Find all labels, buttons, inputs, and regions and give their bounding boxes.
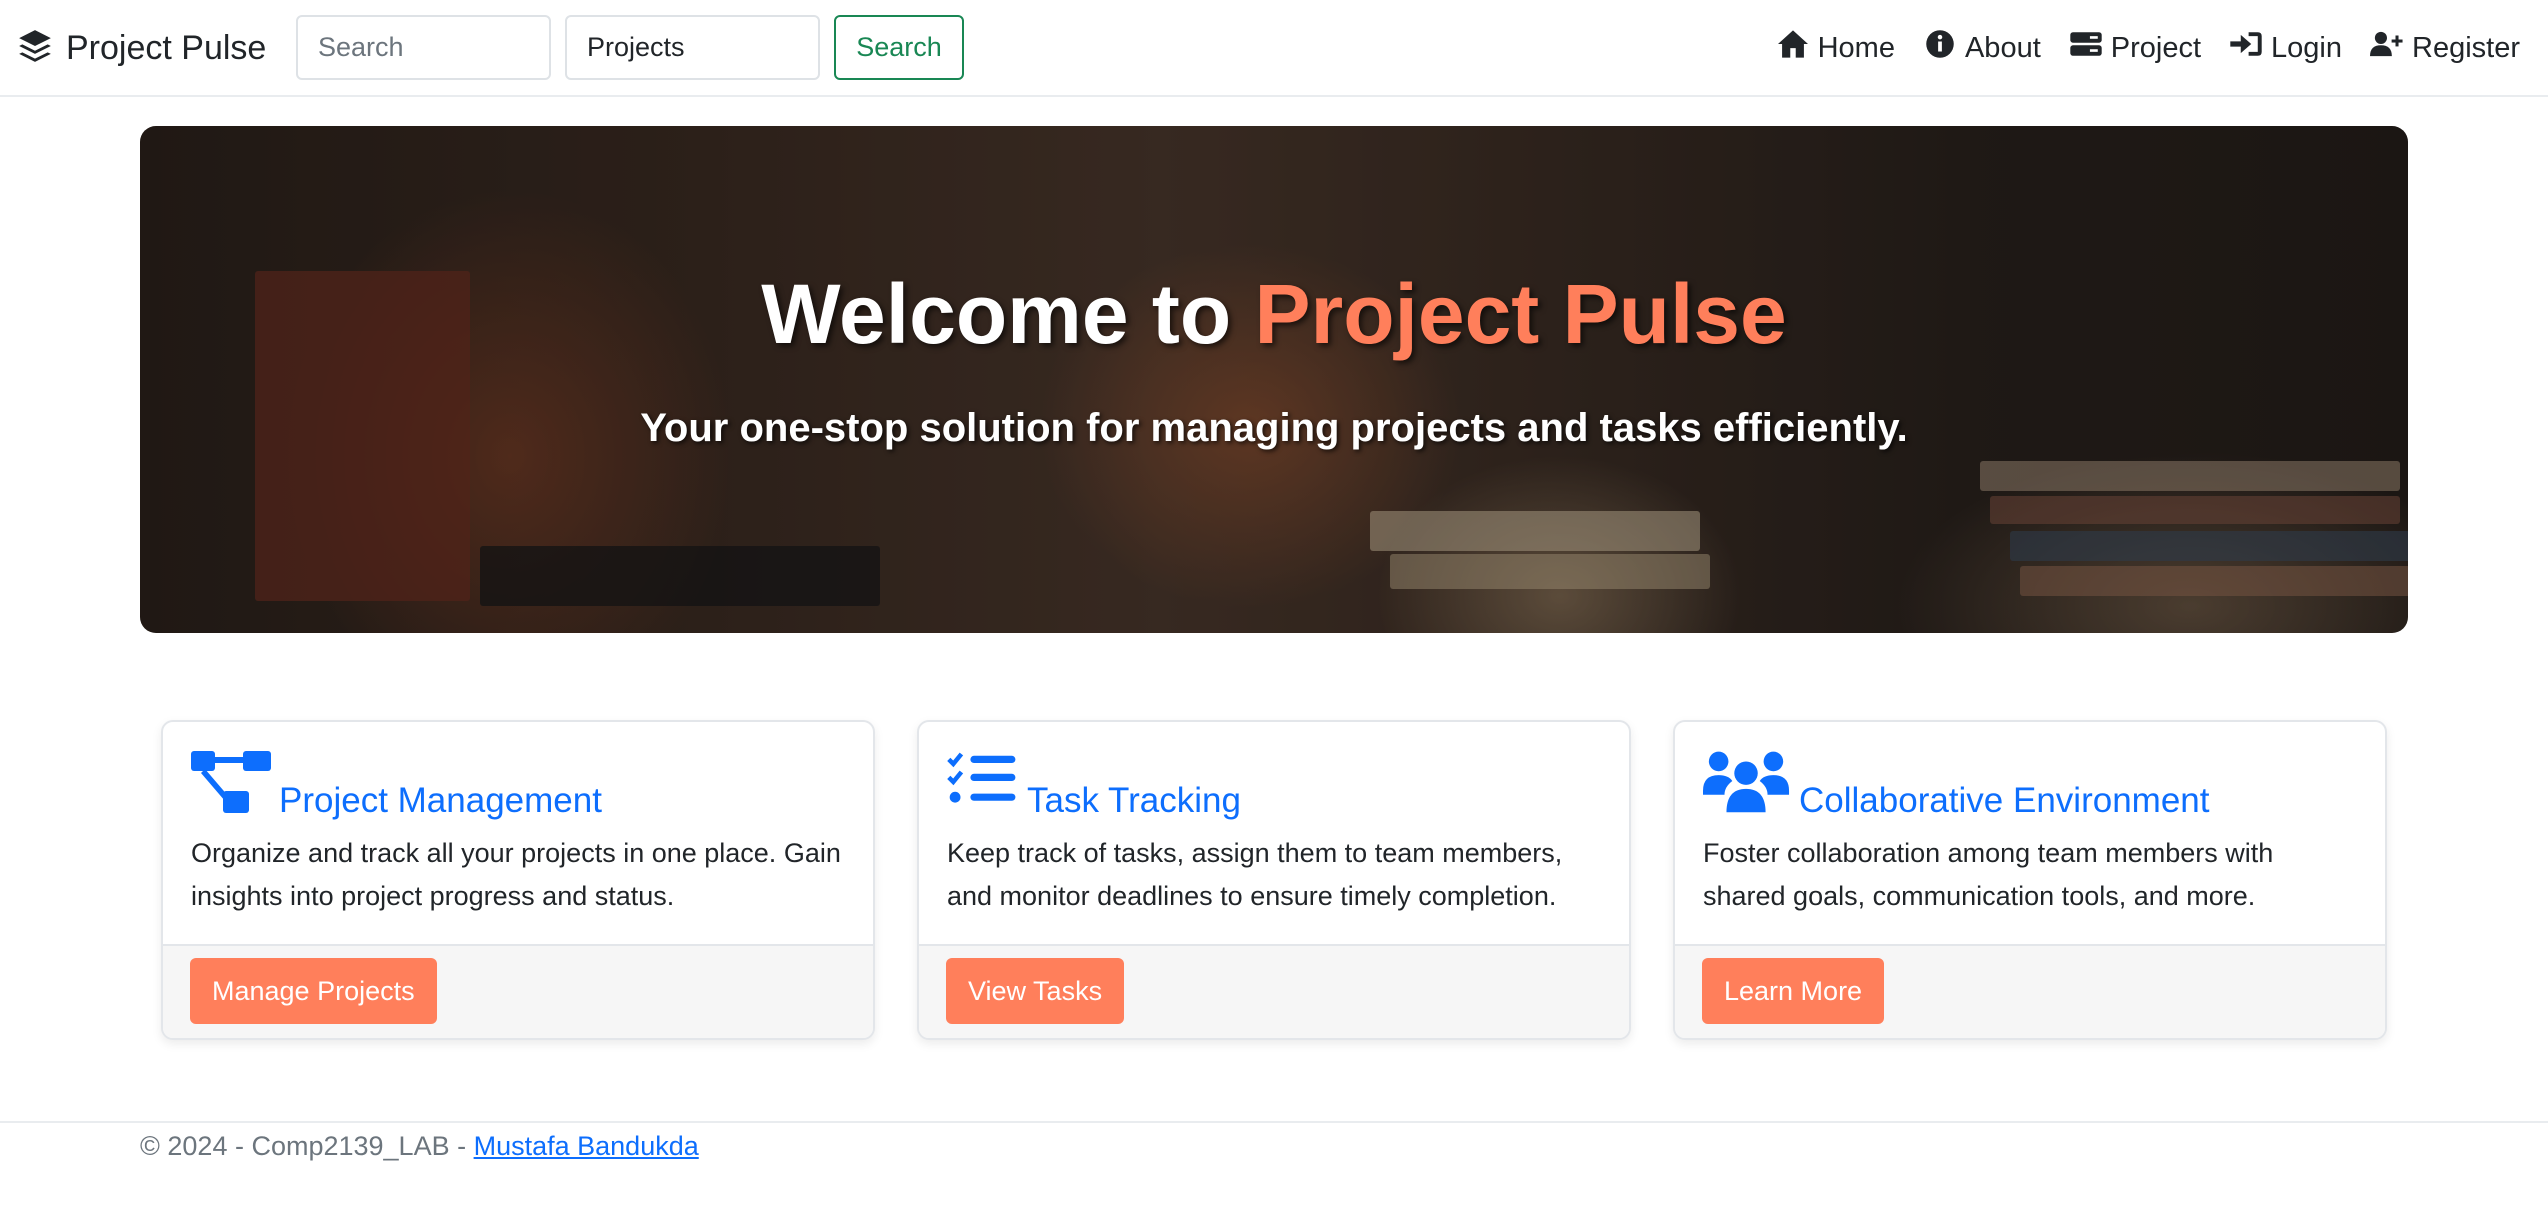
card-body: Task Tracking Keep track of tasks, assig… xyxy=(919,722,1629,946)
nav-register-label: Register xyxy=(2412,31,2520,64)
nav-links: Home About Project Login Register xyxy=(1776,24,2520,72)
user-plus-icon xyxy=(2370,29,2404,67)
navbar: Project Pulse Search Home About Project … xyxy=(0,0,2548,97)
page-footer: © 2024 - Comp2139_LAB - Mustafa Bandukda xyxy=(0,1121,2548,1183)
card-footer: Manage Projects xyxy=(163,944,873,1038)
nav-about[interactable]: About xyxy=(1923,29,2041,67)
footer-text: © 2024 - Comp2139_LAB - Mustafa Bandukda xyxy=(140,1131,699,1162)
nav-home[interactable]: Home xyxy=(1776,29,1895,67)
hero-title-prefix: Welcome to xyxy=(761,267,1255,361)
nav-project-label: Project xyxy=(2110,31,2202,64)
view-tasks-button[interactable]: View Tasks xyxy=(946,958,1125,1024)
hero-banner: Welcome to Project Pulse Your one-stop s… xyxy=(140,126,2408,633)
brand-name: Project Pulse xyxy=(66,28,267,67)
nav-login-label: Login xyxy=(2271,31,2342,64)
search-category-field[interactable] xyxy=(565,15,820,80)
brand[interactable]: Project Pulse xyxy=(16,24,266,72)
info-circle-icon xyxy=(1923,29,1957,67)
feature-card-project-management: Project Management Organize and track al… xyxy=(161,720,875,1040)
card-text: Keep track of tasks, assign them to team… xyxy=(947,838,1563,911)
nav-login[interactable]: Login xyxy=(2229,29,2342,67)
layer-group-icon xyxy=(16,27,54,70)
card-title[interactable]: Project Management xyxy=(279,783,602,818)
card-header: Collaborative Environment xyxy=(1703,750,2357,820)
home-icon xyxy=(1776,29,1810,67)
project-diagram-icon xyxy=(191,747,271,820)
nav-home-label: Home xyxy=(1817,31,1895,64)
manage-projects-button[interactable]: Manage Projects xyxy=(190,958,437,1024)
card-title[interactable]: Collaborative Environment xyxy=(1799,783,2209,818)
hero-title: Welcome to Project Pulse xyxy=(140,266,2408,363)
nav-project[interactable]: Project xyxy=(2069,29,2201,67)
tasks-list-icon xyxy=(947,747,1019,820)
footer-copyright: © 2024 - Comp2139_LAB - xyxy=(140,1131,474,1161)
hero-overlay xyxy=(140,126,2408,633)
card-text: Foster collaboration among team members … xyxy=(1703,838,2274,911)
sign-in-icon xyxy=(2229,29,2263,67)
search-button[interactable]: Search xyxy=(834,15,964,80)
nav-about-label: About xyxy=(1964,31,2041,64)
card-footer: View Tasks xyxy=(919,944,1629,1038)
card-body: Project Management Organize and track al… xyxy=(163,722,873,946)
users-icon xyxy=(1703,747,1791,820)
card-header: Task Tracking xyxy=(947,750,1601,820)
hero-title-accent: Project Pulse xyxy=(1254,267,1787,361)
card-title[interactable]: Task Tracking xyxy=(1027,783,1241,818)
card-header: Project Management xyxy=(191,750,845,820)
server-icon xyxy=(2069,29,2103,67)
footer-author-link[interactable]: Mustafa Bandukda xyxy=(474,1131,699,1161)
feature-card-collaboration: Collaborative Environment Foster collabo… xyxy=(1673,720,2387,1040)
card-body: Collaborative Environment Foster collabo… xyxy=(1675,722,2385,946)
feature-card-task-tracking: Task Tracking Keep track of tasks, assig… xyxy=(917,720,1631,1040)
learn-more-button[interactable]: Learn More xyxy=(1702,958,1885,1024)
card-footer: Learn More xyxy=(1675,944,2385,1038)
nav-register[interactable]: Register xyxy=(2370,29,2520,67)
search-input[interactable] xyxy=(296,15,551,80)
hero-subtitle: Your one-stop solution for managing proj… xyxy=(640,406,1908,450)
card-text: Organize and track all your projects in … xyxy=(191,838,841,911)
